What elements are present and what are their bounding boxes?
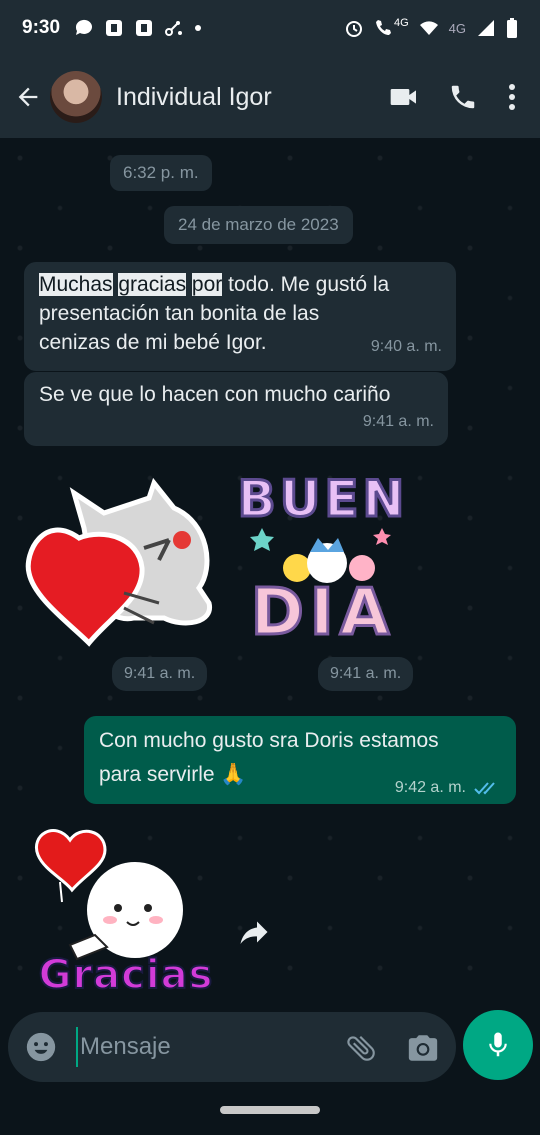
contact-name[interactable]: Individual Igor (116, 83, 388, 112)
video-call-icon[interactable] (388, 81, 420, 113)
attach-icon[interactable] (344, 1031, 378, 1065)
sticker-text-bottom: DIA (249, 575, 396, 652)
chat-area[interactable]: 6:32 p. m. 24 de marzo de 2023 Muchas gr… (0, 138, 540, 1008)
dot-icon (195, 25, 202, 31)
message-input-box (8, 1012, 456, 1082)
status-time: 9:30 (22, 17, 61, 38)
home-gesture-handle[interactable] (220, 1106, 320, 1114)
message-text: Se ve que lo hacen con mucho cariño (39, 383, 391, 406)
app-square-icon-2 (136, 20, 153, 36)
message-meta: 9:42 a. m. (395, 778, 500, 798)
emoji-icon[interactable] (24, 1030, 58, 1064)
phone-icon[interactable] (448, 82, 478, 112)
message-text-line: cenizas de mi bebé Igor. (39, 331, 267, 354)
alarm-icon (345, 21, 362, 37)
network-type-label: 4G (393, 17, 409, 29)
chat-bubble-icon (76, 19, 93, 35)
highlight-word: por (191, 273, 223, 296)
message-text: Muchas gracias por todo. Me gustó la pre… (39, 270, 442, 357)
message-time: 9:42 a. m. (394, 779, 466, 796)
nodes-icon (165, 21, 183, 36)
message-text-line: Con mucho gusto sra Doris estamos (99, 729, 439, 752)
avatar[interactable] (50, 71, 102, 123)
gracias-sticker[interactable]: Gracias (30, 820, 220, 1008)
message-input[interactable] (76, 1027, 326, 1067)
buen-dia-sticker[interactable]: BUEN DIA (232, 468, 414, 654)
incoming-message[interactable]: Muchas gracias por todo. Me gustó la pre… (24, 262, 456, 371)
back-arrow-icon (18, 87, 38, 107)
chat-header: Individual Igor (0, 56, 540, 138)
notification-icons (74, 18, 202, 38)
mic-icon (489, 1032, 507, 1057)
cat-heart-sticker[interactable] (24, 478, 220, 654)
call-signal-icon (375, 20, 391, 35)
forward-icon[interactable] (236, 914, 272, 950)
sticker-text: Gracias (38, 951, 214, 999)
sticker-text-top: BUEN (236, 469, 409, 530)
cell-signal-icon (478, 20, 494, 36)
app-square-icon (106, 20, 123, 36)
outgoing-message[interactable]: Con mucho gusto sra Doris estamos para s… (84, 716, 516, 804)
back-button[interactable] (6, 75, 50, 119)
date-divider: 24 de marzo de 2023 (164, 206, 353, 244)
read-ticks-icon (474, 782, 495, 795)
sticker-time: 9:41 a. m. (318, 657, 414, 691)
sticker-time: 9:41 a. m. (112, 657, 208, 691)
highlight-word: gracias (118, 273, 187, 296)
battery-icon (507, 18, 517, 38)
status-bar: 9:30 4G 4G (0, 0, 540, 56)
message-text-part: todo. Me gustó la (222, 273, 390, 296)
camera-icon[interactable] (406, 1031, 440, 1065)
wifi-icon (419, 21, 438, 35)
message-time: 9:40 a. m. (370, 338, 442, 355)
more-vert-icon[interactable] (506, 82, 518, 112)
network-type-label-2: 4G (448, 20, 466, 36)
input-bar (0, 1008, 540, 1088)
system-nav-bar (0, 1088, 540, 1135)
highlight-word: Muchas (39, 273, 113, 296)
incoming-message[interactable]: Se ve que lo hacen con mucho cariño 9:41… (24, 372, 448, 446)
message-text-line: presentación tan bonita de las (39, 302, 320, 325)
message-time-pill: 6:32 p. m. (110, 155, 212, 191)
system-icons: 4G 4G (344, 17, 518, 39)
mic-button[interactable] (463, 1010, 533, 1080)
message-time: 9:41 a. m. (362, 413, 434, 430)
